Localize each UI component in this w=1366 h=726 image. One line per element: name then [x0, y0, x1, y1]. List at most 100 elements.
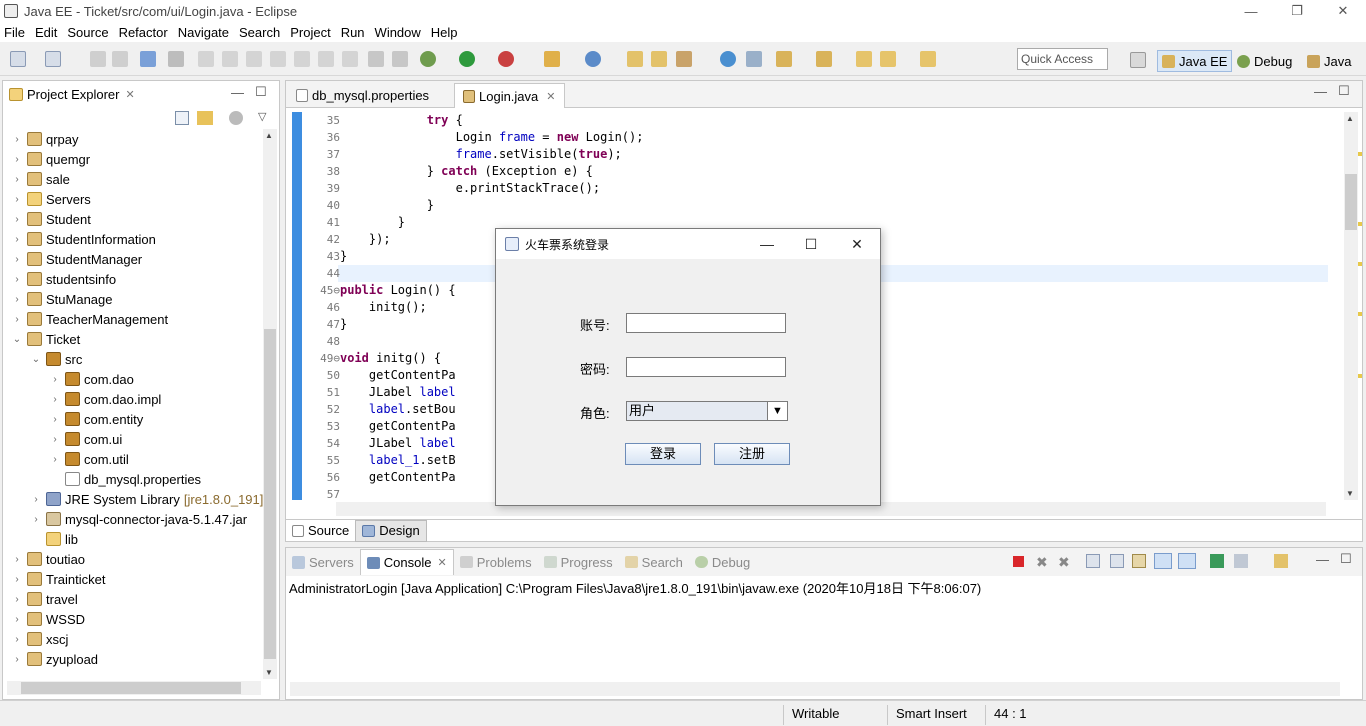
- new-java-project-icon[interactable]: [544, 51, 560, 67]
- tree-item[interactable]: › mysql-connector-java-5.1.47.jar: [30, 509, 247, 529]
- tab-db-mysql-properties[interactable]: db_mysql.properties: [288, 83, 437, 108]
- tab-console[interactable]: Console ✕: [359, 549, 454, 575]
- chevron-down-icon[interactable]: ⌄: [11, 334, 23, 345]
- menu-project[interactable]: Project: [286, 25, 334, 40]
- minimize-editor-icon[interactable]: —: [1314, 84, 1327, 99]
- warning-marker[interactable]: [1358, 222, 1362, 226]
- chevron-right-icon[interactable]: ›: [11, 554, 23, 565]
- menu-run[interactable]: Run: [337, 25, 369, 40]
- explorer-horizontal-scrollbar[interactable]: [7, 681, 261, 695]
- link-with-editor-icon[interactable]: [197, 111, 213, 125]
- tree-item[interactable]: lib: [30, 529, 78, 549]
- tree-item[interactable]: › quemgr: [11, 149, 90, 169]
- close-tab-icon[interactable]: ✕: [546, 90, 555, 103]
- tree-item[interactable]: › Trainticket: [11, 569, 105, 589]
- tree-item[interactable]: › travel: [11, 589, 77, 609]
- filter-icon[interactable]: [229, 111, 243, 125]
- chevron-right-icon[interactable]: ›: [11, 234, 23, 245]
- chevron-down-icon[interactable]: ▼: [767, 402, 787, 420]
- word-wrap-icon[interactable]: [1132, 554, 1146, 568]
- menu-refactor[interactable]: Refactor: [115, 25, 172, 40]
- terminate-icon[interactable]: [246, 51, 262, 67]
- chevron-down-icon[interactable]: ⌄: [30, 354, 42, 365]
- login-button[interactable]: 登录: [625, 443, 701, 465]
- tree-item[interactable]: › Student: [11, 209, 91, 229]
- tree-item[interactable]: › com.ui: [49, 429, 122, 449]
- suspend-icon[interactable]: [222, 51, 238, 67]
- scroll-up-icon[interactable]: ▲: [1346, 114, 1354, 123]
- dialog-maximize-icon[interactable]: ☐: [798, 233, 824, 255]
- tree-item[interactable]: › studentsinfo: [11, 269, 116, 289]
- tree-item[interactable]: › zyupload: [11, 649, 98, 669]
- tree-item[interactable]: › com.util: [49, 449, 128, 469]
- web-browser-icon[interactable]: [720, 51, 736, 67]
- scroll-thumb[interactable]: [1345, 174, 1357, 230]
- chevron-right-icon[interactable]: ›: [11, 634, 23, 645]
- editor-vertical-scrollbar[interactable]: ▲ ▼: [1344, 112, 1358, 500]
- close-tab-icon[interactable]: ✕: [125, 88, 134, 101]
- use-step-filters-icon[interactable]: [392, 51, 408, 67]
- tab-login-java[interactable]: Login.java ✕: [454, 83, 565, 108]
- dialog-minimize-icon[interactable]: —: [754, 233, 780, 255]
- open-task-icon[interactable]: [651, 51, 667, 67]
- remove-all-terminated-icon[interactable]: ✖: [1058, 554, 1070, 571]
- hscroll-thumb[interactable]: [21, 682, 241, 694]
- open-perspective-icon[interactable]: [1130, 52, 1146, 68]
- password-input[interactable]: [626, 357, 786, 377]
- code-line[interactable]: frame.setVisible(true);: [340, 146, 1340, 163]
- warning-marker[interactable]: [1358, 312, 1362, 316]
- chevron-right-icon[interactable]: ›: [11, 274, 23, 285]
- step-return-icon[interactable]: [342, 51, 358, 67]
- last-edit-icon[interactable]: [856, 51, 872, 67]
- minimize-icon[interactable]: —: [1228, 0, 1274, 22]
- run-icon[interactable]: [459, 51, 475, 67]
- tab-search[interactable]: Search: [619, 549, 689, 575]
- chevron-right-icon[interactable]: ›: [49, 454, 61, 465]
- scroll-up-icon[interactable]: ▲: [265, 131, 273, 140]
- chevron-right-icon[interactable]: ›: [30, 494, 42, 505]
- open-type-icon[interactable]: [627, 51, 643, 67]
- chevron-right-icon[interactable]: ›: [30, 514, 42, 525]
- toggle-mark-icon[interactable]: [746, 51, 762, 67]
- debug-run-icon[interactable]: [420, 51, 436, 67]
- tree-item[interactable]: ⌄ Ticket: [11, 329, 80, 349]
- perspective-java[interactable]: Java: [1303, 50, 1355, 72]
- new-class-icon[interactable]: [585, 51, 601, 67]
- maximize-console-icon[interactable]: ☐: [1340, 551, 1352, 567]
- chevron-right-icon[interactable]: ›: [49, 394, 61, 405]
- scroll-lock-icon[interactable]: [1110, 554, 1124, 568]
- chevron-right-icon[interactable]: ›: [11, 574, 23, 585]
- tree-item[interactable]: › JRE System Library [jre1.8.0_191]: [30, 489, 263, 509]
- tree-item[interactable]: › com.dao: [49, 369, 134, 389]
- tree-item[interactable]: › TeacherManagement: [11, 309, 168, 329]
- save-icon[interactable]: [90, 51, 106, 67]
- tab-servers[interactable]: Servers: [286, 549, 360, 575]
- tree-item[interactable]: › sale: [11, 169, 70, 189]
- tree-item[interactable]: › WSSD: [11, 609, 85, 629]
- role-select[interactable]: 用户 ▼: [626, 401, 788, 421]
- code-line[interactable]: Login frame = new Login();: [340, 129, 1340, 146]
- disconnect-icon[interactable]: [270, 51, 286, 67]
- save-all-icon[interactable]: [112, 51, 128, 67]
- warning-marker[interactable]: [1358, 152, 1362, 156]
- dialog-titlebar[interactable]: 火车票系统登录 — ☐ ✕: [496, 229, 880, 259]
- chevron-right-icon[interactable]: ›: [11, 294, 23, 305]
- chevron-right-icon[interactable]: ›: [11, 654, 23, 665]
- chevron-right-icon[interactable]: ›: [11, 174, 23, 185]
- chevron-right-icon[interactable]: ›: [11, 314, 23, 325]
- menu-navigate[interactable]: Navigate: [174, 25, 233, 40]
- terminal-icon[interactable]: [140, 51, 156, 67]
- tree-item[interactable]: › com.entity: [49, 409, 143, 429]
- close-icon[interactable]: ✕: [1320, 0, 1366, 22]
- menu-window[interactable]: Window: [371, 25, 425, 40]
- tree-item[interactable]: › com.dao.impl: [49, 389, 161, 409]
- chevron-right-icon[interactable]: ›: [11, 134, 23, 145]
- close-tab-icon[interactable]: ✕: [438, 556, 447, 569]
- view-menu-icon[interactable]: ▽: [258, 110, 266, 123]
- search-tool-icon[interactable]: [676, 51, 692, 67]
- console-horizontal-scrollbar[interactable]: [290, 682, 1340, 696]
- step-into-icon[interactable]: [294, 51, 310, 67]
- tree-item[interactable]: › qrpay: [11, 129, 78, 149]
- forward-icon[interactable]: [920, 51, 936, 67]
- tree-item[interactable]: › xscj: [11, 629, 68, 649]
